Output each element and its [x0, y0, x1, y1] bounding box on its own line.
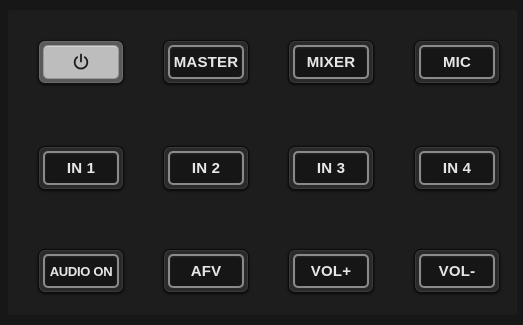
mic-button-face: MIC	[419, 45, 495, 79]
power-button[interactable]	[38, 40, 124, 84]
vol-up-button[interactable]: VOL+	[288, 249, 374, 293]
in4-label: IN 4	[442, 159, 472, 177]
mixer-button-face: MIXER	[293, 45, 369, 79]
in2-button-face: IN 2	[168, 151, 244, 185]
mic-button[interactable]: MIC	[414, 40, 500, 84]
in3-button-face: IN 3	[293, 151, 369, 185]
afv-button[interactable]: AFV	[163, 249, 249, 293]
in2-label: IN 2	[191, 159, 221, 177]
master-button-face: MASTER	[168, 45, 244, 79]
in1-button-face: IN 1	[43, 151, 119, 185]
audio-on-button[interactable]: AUDIO ON	[38, 249, 124, 293]
mic-label: MIC	[442, 53, 472, 71]
in2-button[interactable]: IN 2	[163, 146, 249, 190]
in4-button[interactable]: IN 4	[414, 146, 500, 190]
button-panel: MASTER MIXER MIC IN 1 IN 2 IN 3 IN 4 AUD…	[0, 0, 523, 325]
vol-down-button[interactable]: VOL-	[414, 249, 500, 293]
audio-on-label: AUDIO ON	[49, 263, 113, 279]
master-button[interactable]: MASTER	[163, 40, 249, 84]
in4-button-face: IN 4	[419, 151, 495, 185]
vol-up-button-face: VOL+	[293, 254, 369, 288]
mixer-label: MIXER	[306, 53, 356, 71]
vol-down-label: VOL-	[438, 262, 476, 280]
master-label: MASTER	[173, 53, 239, 71]
power-button-face	[43, 45, 119, 79]
afv-button-face: AFV	[168, 254, 244, 288]
in3-button[interactable]: IN 3	[288, 146, 374, 190]
in3-label: IN 3	[316, 159, 346, 177]
audio-on-button-face: AUDIO ON	[43, 254, 119, 288]
vol-up-label: VOL+	[310, 262, 352, 280]
power-icon	[73, 53, 89, 70]
in1-label: IN 1	[66, 159, 96, 177]
afv-label: AFV	[190, 262, 222, 280]
vol-down-button-face: VOL-	[419, 254, 495, 288]
in1-button[interactable]: IN 1	[38, 146, 124, 190]
mixer-button[interactable]: MIXER	[288, 40, 374, 84]
